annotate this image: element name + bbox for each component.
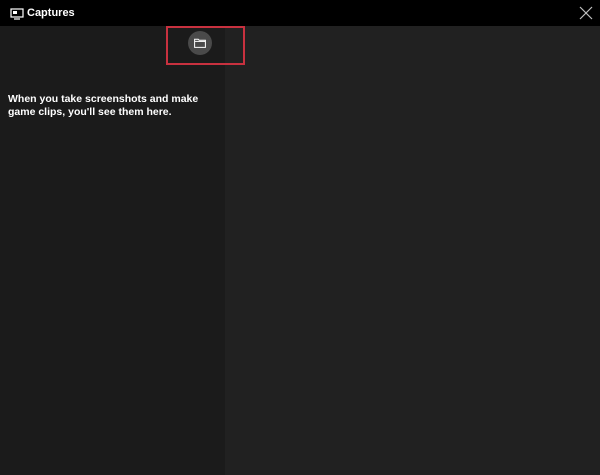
close-button[interactable] [578,5,594,21]
folder-icon [194,38,206,48]
title-bar: Captures [0,0,600,26]
captures-monitor-icon [10,7,24,20]
captures-window: Captures When you take screenshots and m… [0,0,600,475]
empty-captures-message: When you take screenshots and make game … [8,93,199,118]
open-folder-button[interactable] [188,31,212,55]
window-title: Captures [27,7,75,19]
close-icon [579,6,593,20]
capture-preview-panel [225,26,600,475]
captures-list-panel: When you take screenshots and make game … [0,26,225,475]
